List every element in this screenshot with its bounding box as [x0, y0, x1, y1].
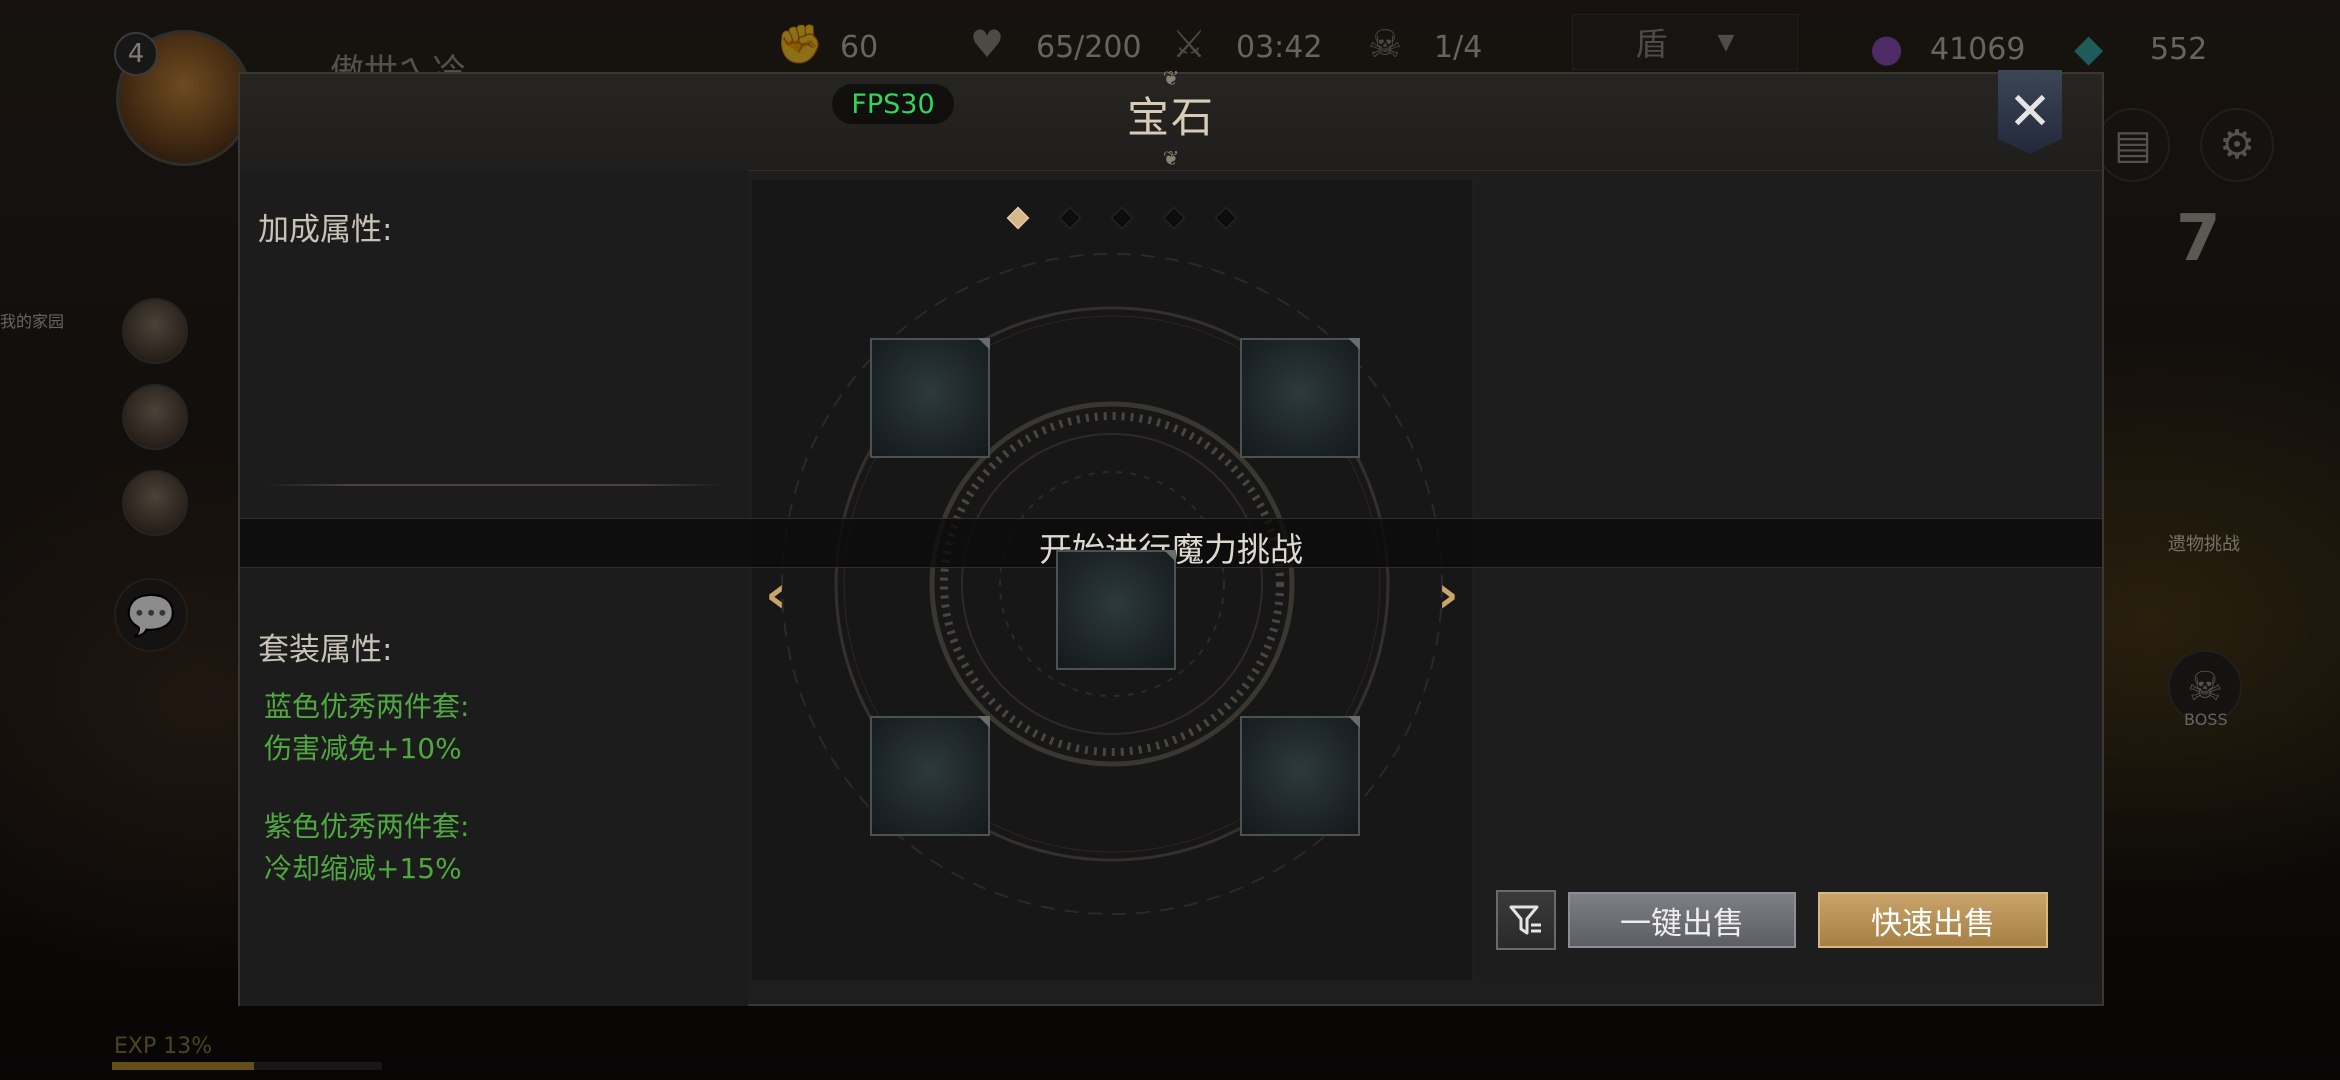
- filter-button[interactable]: [1496, 890, 1556, 950]
- gem-slot[interactable]: [870, 716, 990, 836]
- chevron-right-icon: ›: [1437, 565, 1459, 625]
- gem-slot[interactable]: [870, 338, 990, 458]
- gem-inventory-panel: [1478, 180, 2098, 980]
- set-bonus: 蓝色优秀两件套: 伤害减免+10%: [264, 686, 469, 770]
- title-ornament-icon: ❦: [1162, 146, 1180, 170]
- set-bonus-effect: 伤害减免+10%: [264, 732, 462, 765]
- next-page-button[interactable]: ›: [1428, 560, 1468, 630]
- chevron-left-icon: ‹: [765, 565, 787, 625]
- close-icon: ✕: [2008, 82, 2052, 142]
- set-bonus-name: 紫色优秀两件套:: [264, 810, 470, 843]
- set-attributes-label: 套装属性:: [258, 632, 393, 668]
- sell-all-button[interactable]: 一键出售: [1568, 892, 1796, 948]
- filter-icon: [1509, 905, 1541, 935]
- quick-sell-button[interactable]: 快速出售: [1818, 892, 2048, 948]
- set-bonus: 紫色优秀两件套: 冷却缩减+15%: [264, 806, 469, 890]
- gem-modal: ❦ 宝石 ❦ ✕ 加成属性: 套装属性: 蓝色优秀两件套: 伤害减免+10% 紫…: [238, 66, 2104, 1006]
- gem-slot[interactable]: [1240, 338, 1360, 458]
- gem-slot[interactable]: [1240, 716, 1360, 836]
- fps-counter: FPS30: [832, 84, 954, 124]
- previous-page-button[interactable]: ‹: [756, 560, 796, 630]
- bonus-attributes-label: 加成属性:: [258, 212, 393, 248]
- set-bonus-name: 蓝色优秀两件套:: [264, 690, 470, 723]
- divider: [264, 484, 724, 486]
- close-button[interactable]: ✕: [1998, 70, 2062, 154]
- gem-slot[interactable]: [1056, 550, 1176, 670]
- set-bonus-effect: 冷却缩减+15%: [264, 852, 462, 885]
- modal-title: 宝石: [1126, 93, 1215, 142]
- attributes-panel: 加成属性: 套装属性: 蓝色优秀两件套: 伤害减免+10% 紫色优秀两件套: 冷…: [240, 170, 748, 1006]
- modal-header: ❦ 宝石 ❦ ✕: [240, 66, 2102, 171]
